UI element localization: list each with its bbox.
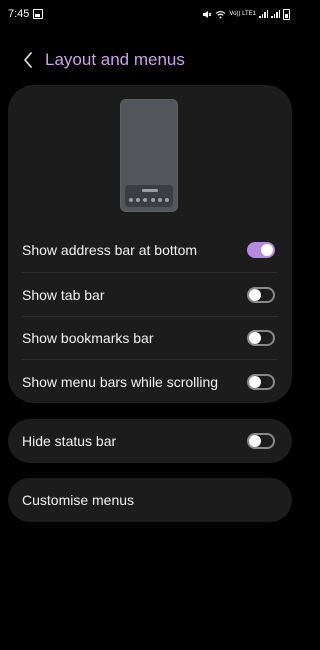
hide-status-bar-toggle[interactable] (247, 433, 275, 449)
layout-settings-card: Show address bar at bottom Show tab bar … (8, 85, 292, 403)
status-left: 7:45 (8, 8, 44, 20)
page-title: Layout and menus (45, 50, 185, 69)
bookmarks-bar-toggle[interactable] (247, 330, 275, 346)
menus-settings-card: Customise menus (8, 478, 292, 522)
setting-label: Customise menus (22, 492, 135, 508)
setting-label: Show tab bar (22, 287, 105, 303)
tab-bar-toggle[interactable] (247, 287, 275, 303)
network-label: Vo)) LTE1 (229, 11, 256, 17)
setting-hide-status-bar[interactable]: Hide status bar (8, 419, 292, 463)
setting-label: Show address bar at bottom (22, 242, 198, 258)
setting-label: Hide status bar (22, 433, 117, 449)
chevron-left-icon (24, 52, 32, 68)
setting-bookmarks-bar[interactable]: Show bookmarks bar (8, 316, 292, 360)
mute-icon (203, 10, 212, 18)
setting-tab-bar[interactable]: Show tab bar (8, 273, 292, 317)
status-bar: 7:45 Vo)) LTE1 (0, 0, 300, 28)
wifi-icon (216, 10, 226, 18)
setting-label: Show menu bars while scrolling (22, 374, 219, 390)
back-button[interactable] (16, 46, 40, 74)
setting-label: Show bookmarks bar (22, 330, 154, 346)
signal-icon (271, 10, 280, 18)
signal-icon (259, 10, 268, 18)
customise-menus-item[interactable]: Customise menus (8, 478, 292, 522)
setting-address-bar-bottom[interactable]: Show address bar at bottom (8, 228, 292, 272)
preview-address-bar (125, 185, 173, 207)
gallery-icon (33, 9, 44, 19)
clock: 7:45 (8, 8, 30, 20)
status-bar-settings-card: Hide status bar (8, 419, 292, 463)
header: Layout and menus (0, 44, 300, 76)
status-right: Vo)) LTE1 (202, 8, 290, 20)
menu-bars-scrolling-toggle[interactable] (247, 374, 275, 390)
address-bar-bottom-toggle[interactable] (247, 242, 275, 258)
browser-layout-preview (120, 99, 178, 212)
setting-menu-bars-scrolling[interactable]: Show menu bars while scrolling (8, 360, 292, 404)
battery-icon (283, 8, 290, 20)
